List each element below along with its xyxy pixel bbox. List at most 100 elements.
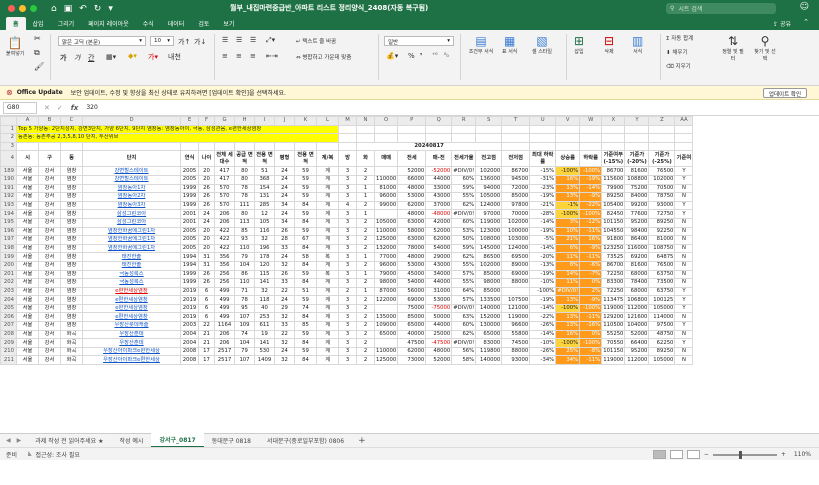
cell[interactable] (198, 141, 215, 152)
data-cell[interactable]: 69000 (397, 295, 427, 305)
data-cell[interactable]: 70000 (501, 209, 531, 219)
data-cell[interactable]: 3 (338, 329, 357, 340)
data-cell[interactable]: -9% (579, 192, 603, 202)
data-cell[interactable]: 85 (294, 321, 317, 331)
data-cell[interactable]: 48000 (397, 183, 427, 194)
data-cell[interactable]: 78 (234, 192, 255, 202)
align-right-icon[interactable]: ≡ (250, 52, 256, 60)
data-cell[interactable]: 서울 (16, 295, 39, 305)
orientation-icon[interactable]: ⤢▾ (266, 36, 275, 45)
complex-name-link[interactable]: 강변힐스테이트 (82, 166, 181, 176)
zoom-slider[interactable] (712, 450, 777, 459)
data-cell[interactable]: 422 (214, 243, 235, 254)
data-cell[interactable]: N (674, 183, 694, 194)
data-cell[interactable]: 113475 (601, 295, 626, 305)
data-cell[interactable]: 20 (198, 243, 215, 254)
data-cell[interactable]: 20 (198, 174, 215, 185)
cell[interactable] (648, 124, 676, 135)
data-cell[interactable]: 86400 (624, 235, 650, 245)
data-cell[interactable]: 2 (356, 329, 375, 340)
data-cell[interactable]: 53% (451, 226, 477, 237)
data-cell[interactable]: 화곡 (60, 346, 83, 357)
data-cell[interactable]: 54000 (425, 243, 453, 254)
data-cell[interactable]: 253 (254, 312, 275, 323)
data-cell[interactable]: 62% (451, 329, 477, 340)
data-cell[interactable]: -14% (529, 217, 557, 228)
data-cell[interactable]: 2 (356, 217, 375, 228)
data-cell[interactable]: 122000 (373, 295, 399, 305)
data-cell[interactable]: 72250 (601, 286, 626, 297)
data-cell[interactable]: -100% (579, 338, 603, 348)
data-cell[interactable]: 17 (198, 355, 215, 366)
data-cell[interactable]: 65000 (397, 321, 427, 331)
data-cell[interactable]: 21% (555, 235, 581, 245)
data-cell[interactable]: 78 (234, 183, 255, 194)
data-cell[interactable]: 16% (555, 329, 581, 340)
data-cell[interactable]: 서울 (16, 260, 39, 271)
data-cell[interactable]: 3 (338, 166, 357, 176)
data-cell[interactable]: 13% (555, 295, 581, 305)
data-cell[interactable]: 119000 (501, 312, 531, 323)
data-cell[interactable]: 계 (316, 312, 339, 323)
insert-cells-button[interactable]: ⊞ 삽입 (574, 34, 584, 55)
data-cell[interactable]: 2005 (180, 166, 199, 176)
fill-button[interactable]: ⬇ 채우기 (666, 48, 688, 56)
data-cell[interactable]: N (674, 312, 694, 323)
data-cell[interactable]: 50% (451, 235, 477, 245)
data-cell[interactable]: 계 (316, 192, 339, 202)
data-cell[interactable]: 계 (316, 183, 339, 194)
select-all-corner[interactable] (0, 116, 17, 126)
data-cell[interactable]: N (674, 226, 694, 237)
data-cell[interactable]: Y (674, 295, 694, 305)
data-cell[interactable]: 52000 (397, 166, 427, 176)
data-cell[interactable]: 26 (198, 192, 215, 202)
page-break-view-icon[interactable] (686, 450, 700, 459)
data-cell[interactable]: -14% (529, 329, 557, 340)
data-cell[interactable]: 105000 (475, 192, 503, 202)
data-cell[interactable]: 499 (214, 286, 235, 297)
cell[interactable] (529, 124, 557, 135)
data-cell[interactable]: 72250 (601, 269, 626, 280)
data-cell[interactable]: 422 (214, 235, 235, 245)
data-cell[interactable]: 강서 (38, 286, 61, 297)
data-cell[interactable]: 499 (214, 295, 235, 305)
data-cell[interactable]: 105000 (648, 355, 676, 366)
data-cell[interactable]: 계 (316, 200, 339, 211)
data-cell[interactable]: 2005 (180, 174, 199, 185)
data-cell[interactable]: 서울 (16, 166, 39, 176)
column-title[interactable]: 최대 하락률 (529, 150, 557, 168)
data-cell[interactable]: -52000 (425, 166, 453, 176)
data-cell[interactable]: 31 (198, 260, 215, 271)
data-cell[interactable]: 85000 (475, 269, 503, 280)
normal-view-icon[interactable] (652, 450, 666, 459)
align-center-icon[interactable]: ≡ (236, 52, 242, 60)
data-cell[interactable]: 강서 (38, 312, 61, 323)
data-cell[interactable]: 68000 (624, 269, 650, 280)
data-cell[interactable]: 50000 (425, 312, 453, 323)
data-cell[interactable]: -19% (529, 269, 557, 280)
data-cell[interactable]: 6 (198, 286, 215, 297)
data-cell[interactable]: 64875 (648, 252, 676, 262)
data-cell[interactable]: 21 (198, 338, 215, 348)
data-cell[interactable]: 140000 (475, 355, 503, 366)
data-cell[interactable]: 125000 (373, 355, 399, 366)
cell[interactable] (274, 141, 295, 152)
data-cell[interactable]: 55250 (601, 329, 626, 340)
data-cell[interactable]: 85000 (475, 286, 503, 297)
column-header[interactable]: AA (674, 116, 694, 126)
data-cell[interactable]: 2005 (180, 226, 199, 237)
data-cell[interactable]: 3 (338, 278, 357, 288)
data-cell[interactable]: 52000 (425, 355, 453, 366)
data-cell[interactable]: 3 (338, 217, 357, 228)
data-cell[interactable]: 55% (451, 260, 477, 271)
data-cell[interactable]: -22% (579, 200, 603, 211)
data-cell[interactable]: 60% (451, 217, 477, 228)
data-cell[interactable]: 86700 (601, 260, 626, 271)
font-name-select[interactable]: 맑은 고딕 (본문) ▾ (58, 36, 146, 46)
data-cell[interactable]: 화곡 (60, 338, 83, 348)
data-cell[interactable]: 105000 (648, 303, 676, 314)
complex-name-link[interactable]: 염창한화꿈에그린1차 (82, 243, 181, 254)
data-cell[interactable]: 89250 (601, 192, 626, 202)
fill-color-icon[interactable]: ◆▾ (128, 52, 137, 60)
data-cell[interactable]: 417 (214, 174, 235, 185)
